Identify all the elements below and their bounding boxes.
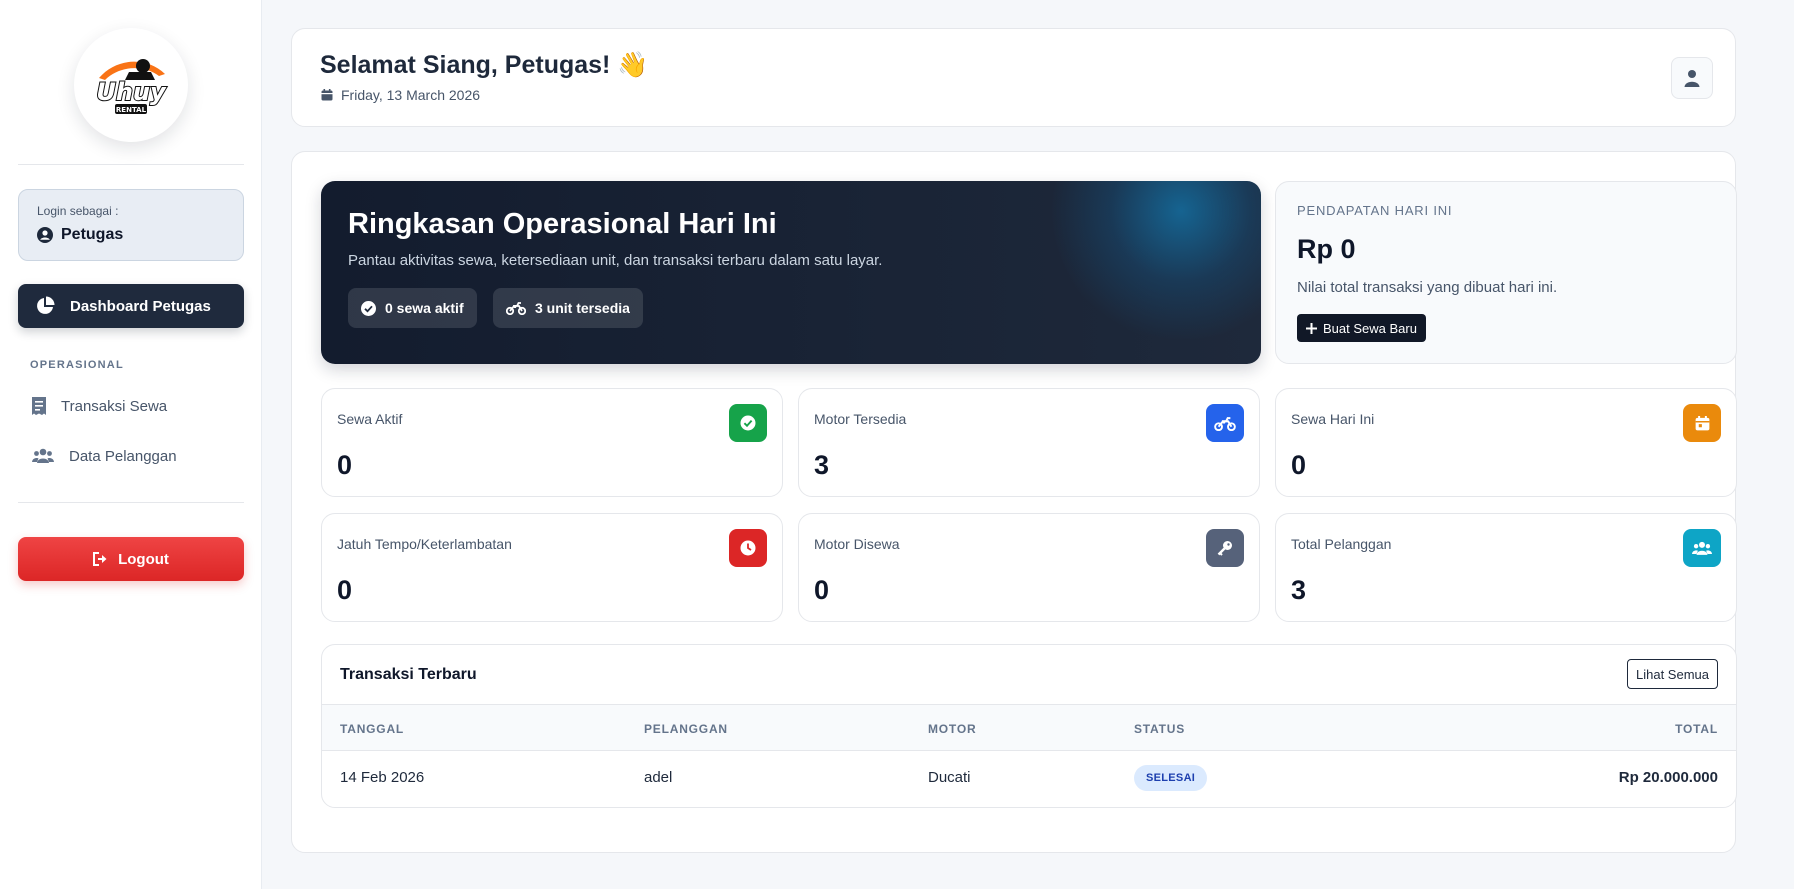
column-header: STATUS xyxy=(1134,722,1186,736)
rider-logo-icon: Uhuy RENTAL xyxy=(95,59,168,114)
svg-text:Uhuy: Uhuy xyxy=(96,78,167,106)
clock-icon xyxy=(729,529,767,567)
svg-text:RENTAL: RENTAL xyxy=(116,106,147,114)
pie-chart-icon xyxy=(37,296,55,314)
stat-label: Total Pelanggan xyxy=(1291,536,1392,552)
login-role-label: Petugas xyxy=(61,226,124,243)
main-content: Ringkasan Operasional Hari Ini Pantau ak… xyxy=(291,151,1737,853)
users-icon xyxy=(1683,529,1721,567)
date-line: Friday, 13 March 2026 xyxy=(321,87,480,103)
sidebar-item-dashboard[interactable]: Dashboard Petugas xyxy=(18,284,244,328)
check-circle-icon xyxy=(729,404,767,442)
user-icon xyxy=(1684,70,1700,87)
sidebar-item-label: Transaksi Sewa xyxy=(61,397,168,415)
column-header: TOTAL xyxy=(1675,722,1718,736)
key-icon xyxy=(1206,529,1244,567)
stat-card-total-pelanggan: Total Pelanggan 3 xyxy=(1275,513,1737,622)
status-badge: SELESAI xyxy=(1134,765,1208,791)
user-menu-button[interactable] xyxy=(1671,57,1713,99)
recent-transactions-card: Transaksi Terbaru Lihat Semua TANGGAL PE… xyxy=(321,644,1737,808)
active-rentals-label: 0 sewa aktif xyxy=(385,300,464,316)
sidebar-item-label: Data Pelanggan xyxy=(69,447,177,465)
user-circle-icon xyxy=(37,227,53,243)
page-header: Selamat Siang, Petugas! 👋 Friday, 13 Mar… xyxy=(291,28,1736,127)
cell-total: Rp 20.000.000 xyxy=(1618,769,1718,786)
page-title: Selamat Siang, Petugas! 👋 xyxy=(320,51,649,79)
sidebar: Uhuy RENTAL Login sebagai : Petugas Dash… xyxy=(0,0,262,889)
active-rentals-pill: 0 sewa aktif xyxy=(348,288,477,328)
sidebar-item-transaksi-sewa[interactable]: Transaksi Sewa xyxy=(32,394,167,418)
users-icon xyxy=(32,448,54,463)
check-circle-icon xyxy=(361,300,376,316)
logout-icon xyxy=(93,552,107,566)
column-header: PELANGGAN xyxy=(644,722,728,736)
logo: Uhuy RENTAL xyxy=(74,28,188,142)
stat-label: Sewa Aktif xyxy=(337,411,403,427)
stat-value: 0 xyxy=(337,450,353,480)
login-info-card: Login sebagai : Petugas xyxy=(18,189,244,261)
hero-subtitle: Pantau aktivitas sewa, ketersediaan unit… xyxy=(348,252,883,269)
column-header: TANGGAL xyxy=(340,722,405,736)
cell-tanggal: 14 Feb 2026 xyxy=(340,769,425,786)
income-today-card: PENDAPATAN HARI INI Rp 0 Nilai total tra… xyxy=(1275,181,1737,364)
table-head: TANGGAL PELANGGAN MOTOR STATUS TOTAL xyxy=(322,705,1736,751)
column-header: MOTOR xyxy=(928,722,977,736)
sidebar-item-data-pelanggan[interactable]: Data Pelanggan xyxy=(32,444,177,468)
available-units-pill: 3 unit tersedia xyxy=(493,288,643,328)
new-rental-label: Buat Sewa Baru xyxy=(1323,320,1417,336)
receipt-icon xyxy=(32,397,46,415)
stat-card-sewa-hari-ini: Sewa Hari Ini 0 xyxy=(1275,388,1737,497)
calendar-icon xyxy=(321,89,333,101)
see-all-button[interactable]: Lihat Semua xyxy=(1627,659,1718,689)
stat-label: Jatuh Tempo/Keterlambatan xyxy=(337,536,512,552)
motorcycle-icon xyxy=(1206,404,1244,442)
cell-motor: Ducati xyxy=(928,769,971,786)
logout-button[interactable]: Logout xyxy=(18,537,244,581)
login-caption: Login sebagai : xyxy=(37,204,119,218)
stat-value: 3 xyxy=(814,450,830,480)
income-description: Nilai total transaksi yang dibuat hari i… xyxy=(1297,279,1558,296)
plus-icon xyxy=(1306,322,1317,334)
stat-value: 3 xyxy=(1291,575,1307,605)
stat-card-sewa-aktif: Sewa Aktif 0 xyxy=(321,388,783,497)
calendar-icon xyxy=(1683,404,1721,442)
stat-value: 0 xyxy=(1291,450,1307,480)
stat-value: 0 xyxy=(814,575,830,605)
stat-label: Motor Disewa xyxy=(814,536,900,552)
sidebar-item-label: Dashboard Petugas xyxy=(70,297,211,315)
login-role: Petugas xyxy=(37,226,243,244)
available-units-label: 3 unit tersedia xyxy=(535,300,630,316)
motorcycle-icon xyxy=(506,302,526,315)
logout-label: Logout xyxy=(118,550,169,568)
stat-label: Motor Tersedia xyxy=(814,411,907,427)
nav-section-label: OPERASIONAL xyxy=(30,359,124,371)
sidebar-divider xyxy=(18,164,244,165)
table-title: Transaksi Terbaru xyxy=(340,666,477,683)
income-label: PENDAPATAN HARI INI xyxy=(1297,203,1453,218)
hero-title: Ringkasan Operasional Hari Ini xyxy=(348,208,777,240)
new-rental-button[interactable]: Buat Sewa Baru xyxy=(1297,314,1426,342)
stat-card-jatuh-tempo: Jatuh Tempo/Keterlambatan 0 xyxy=(321,513,783,622)
stat-card-motor-tersedia: Motor Tersedia 3 xyxy=(798,388,1260,497)
table-header-bar: Transaksi Terbaru Lihat Semua xyxy=(322,645,1736,705)
cell-pelanggan: adel xyxy=(644,769,673,786)
sidebar-divider xyxy=(18,502,244,503)
stat-label: Sewa Hari Ini xyxy=(1291,411,1375,427)
hero-summary-card: Ringkasan Operasional Hari Ini Pantau ak… xyxy=(321,181,1261,364)
income-value: Rp 0 xyxy=(1297,234,1356,264)
stat-card-motor-disewa: Motor Disewa 0 xyxy=(798,513,1260,622)
stat-value: 0 xyxy=(337,575,353,605)
current-date: Friday, 13 March 2026 xyxy=(341,87,481,103)
